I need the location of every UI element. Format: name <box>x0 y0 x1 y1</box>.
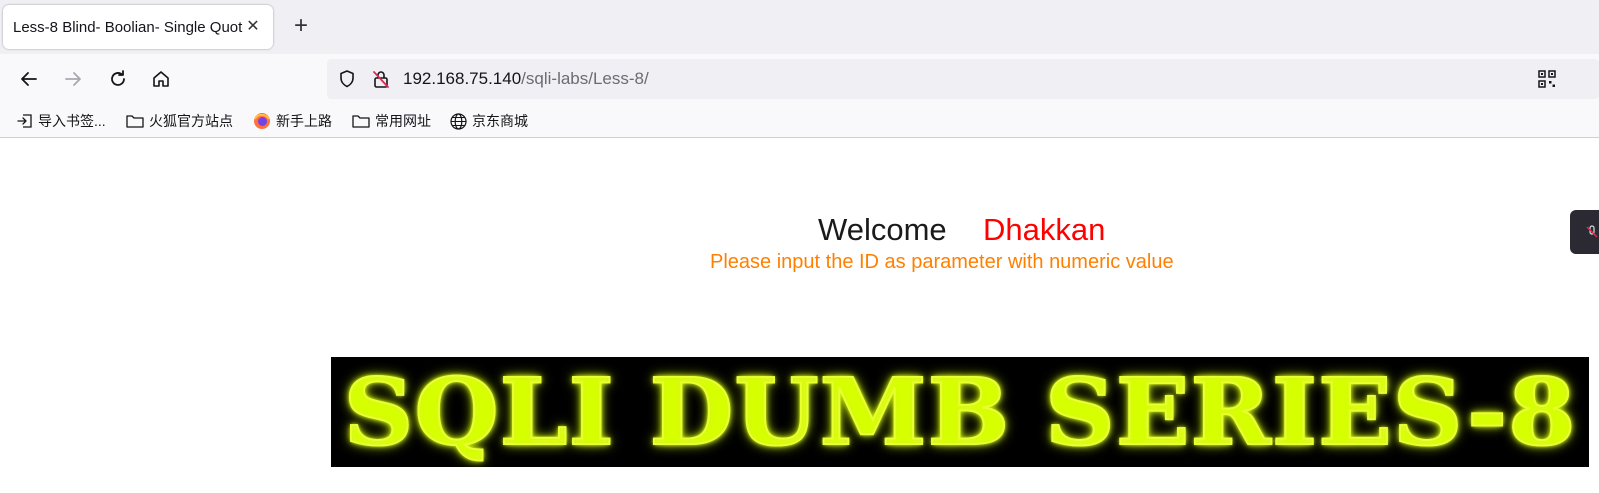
microphone-muted-icon <box>1586 225 1598 238</box>
back-arrow-icon <box>21 72 37 86</box>
bookmark-firefox-official[interactable]: 火狐官方站点 <box>126 110 233 132</box>
active-tab[interactable]: Less-8 Blind- Boolian- Single Quotes- St… <box>3 5 273 49</box>
bookmark-label: 火狐官方站点 <box>149 113 233 129</box>
folder-icon <box>126 115 144 128</box>
insecure-lock-icon[interactable] <box>371 69 391 89</box>
bookmark-common-sites[interactable]: 常用网址 <box>352 110 431 132</box>
forward-arrow-icon <box>65 72 81 86</box>
tab-close-icon[interactable]: ✕ <box>243 17 263 37</box>
url-text[interactable]: 192.168.75.140/sqli-labs/Less-8/ <box>403 69 649 89</box>
bookmark-import[interactable]: 导入书签... <box>17 110 106 132</box>
reload-button[interactable] <box>104 65 132 93</box>
tab-title: Less-8 Blind- Boolian- Single Quotes- St… <box>13 18 243 36</box>
bookmark-getting-started[interactable]: 新手上路 <box>253 110 332 132</box>
forward-button[interactable] <box>59 65 87 93</box>
bookmark-label: 新手上路 <box>276 113 332 129</box>
banner-text: SQLI DUMB SERIES-8 <box>343 357 1577 467</box>
instruction-text: Please input the ID as parameter with nu… <box>710 251 1174 273</box>
bookmark-jd[interactable]: 京东商城 <box>450 110 528 132</box>
banner-image: SQLI DUMB SERIES-8 <box>331 357 1589 467</box>
welcome-name: Dhakkan <box>983 212 1106 247</box>
navigation-bar: 192.168.75.140/sqli-labs/Less-8/ <box>0 54 1599 104</box>
home-icon <box>153 71 169 87</box>
globe-icon <box>450 112 467 130</box>
firefox-icon <box>254 113 270 129</box>
side-widget-button[interactable] <box>1570 210 1599 254</box>
bookmark-label: 导入书签... <box>38 113 106 129</box>
bookmarks-toolbar: 导入书签... 火狐官方站点 新手上路 常用网址 京东商城 <box>0 104 1599 138</box>
shield-icon[interactable] <box>337 69 357 89</box>
home-button[interactable] <box>147 65 175 93</box>
tab-strip: Less-8 Blind- Boolian- Single Quotes- St… <box>0 0 1599 54</box>
reload-icon <box>111 70 125 86</box>
bookmark-label: 常用网址 <box>375 113 431 129</box>
qr-code-icon[interactable] <box>1537 69 1557 89</box>
import-icon <box>17 114 32 128</box>
url-path: /sqli-labs/Less-8/ <box>521 69 649 88</box>
page-content: Welcome Dhakkan Please input the ID as p… <box>0 139 1599 493</box>
new-tab-button[interactable]: + <box>288 13 314 39</box>
url-bar[interactable]: 192.168.75.140/sqli-labs/Less-8/ <box>327 59 1599 99</box>
url-host: 192.168.75.140 <box>403 69 522 88</box>
back-button[interactable] <box>15 65 43 93</box>
folder-icon <box>352 115 370 128</box>
welcome-text: Welcome <box>818 212 947 247</box>
bookmark-label: 京东商城 <box>472 113 528 129</box>
